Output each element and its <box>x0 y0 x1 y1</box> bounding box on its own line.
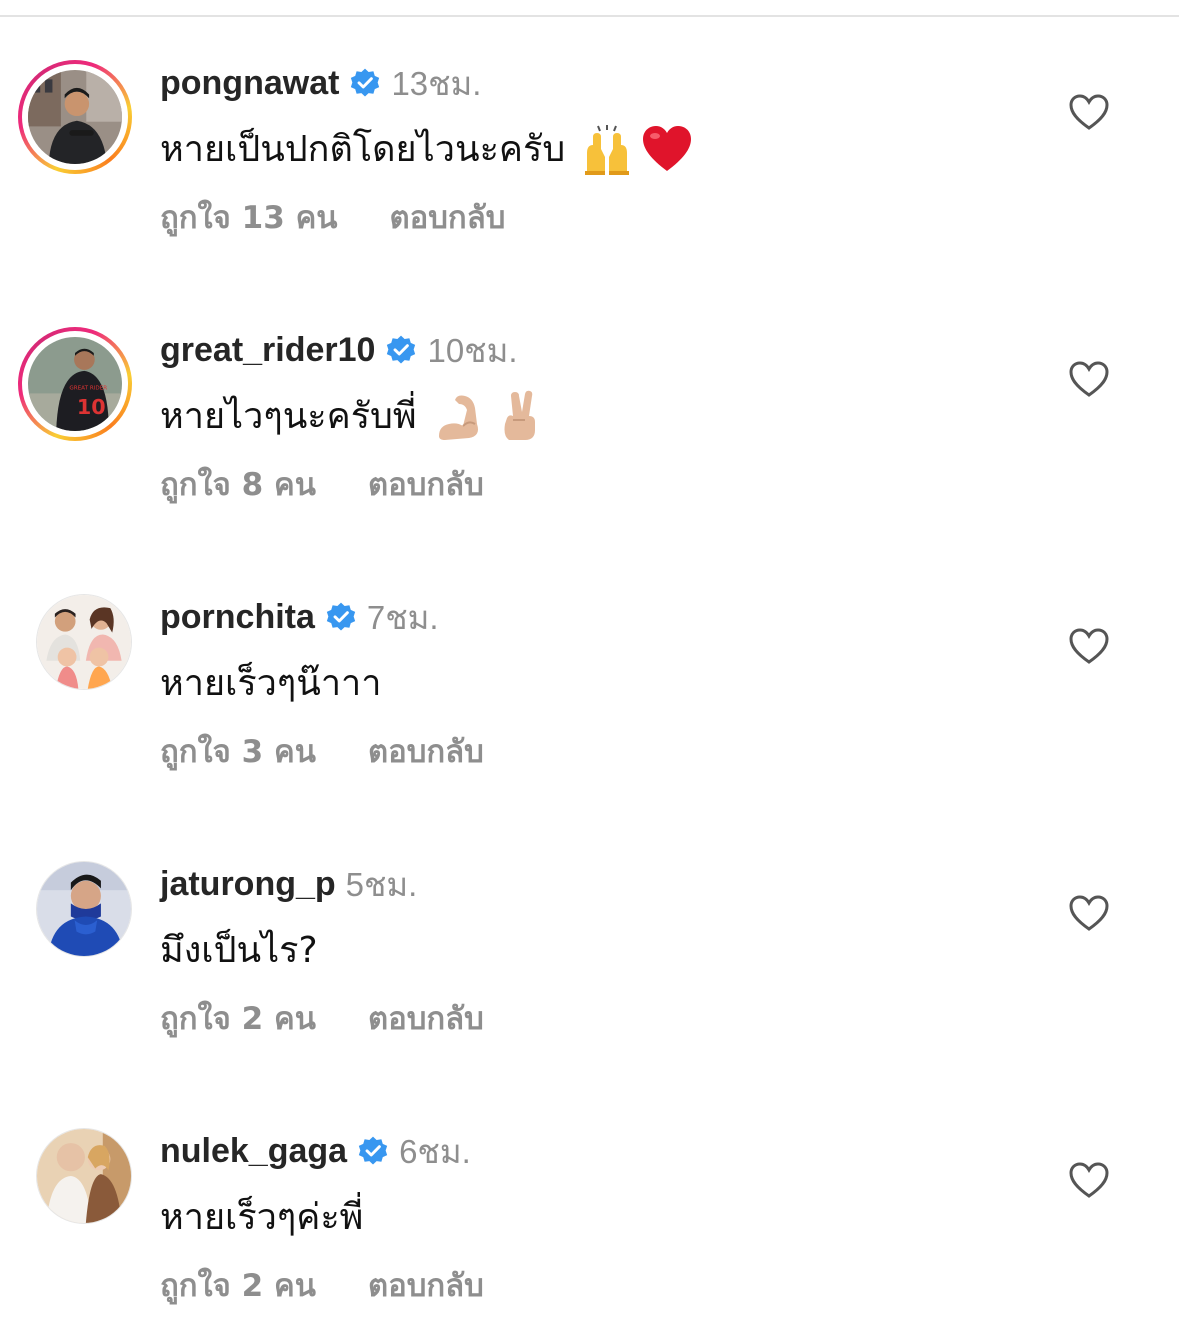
comment-time: 10ชม. <box>427 331 518 369</box>
avatar[interactable] <box>36 594 132 690</box>
avatar[interactable]: GREAT RIDER 10 <box>28 337 122 431</box>
comment-meta: ถูกใจ 13 คน ตอบกลับ <box>160 192 505 242</box>
reply-button[interactable]: ตอบกลับ <box>368 726 484 776</box>
verified-badge-icon <box>349 67 381 99</box>
comment-item: pornchita 7ชม. หายเร็วๆน๊าาา ถูกใจ 3 คน … <box>0 594 1179 794</box>
like-heart-icon[interactable] <box>1068 893 1110 933</box>
comment-meta: ถูกใจ 8 คน ตอบกลับ <box>160 459 484 509</box>
story-ring[interactable] <box>18 60 132 174</box>
reply-button[interactable]: ตอบกลับ <box>368 1260 484 1310</box>
comment-time: 7ชม. <box>366 598 439 636</box>
comment-item: nulek_gaga 6ชม. หายเร็วๆค่ะพี่ ถูกใจ 2 ค… <box>0 1128 1179 1328</box>
comment-item: GREAT RIDER 10 great_rider10 10ชม. หายไว… <box>0 327 1179 527</box>
like-count[interactable]: ถูกใจ 13 คน <box>160 192 338 242</box>
like-heart-icon[interactable] <box>1068 626 1110 666</box>
username[interactable]: pongnawat <box>160 64 339 103</box>
reply-button[interactable]: ตอบกลับ <box>390 192 506 242</box>
raised-hands-icon <box>581 123 633 175</box>
comment-header: nulek_gaga 6ชม. <box>160 1128 471 1174</box>
comment-header: great_rider10 10ชม. <box>160 327 518 373</box>
comment-item: jaturong_p 5ชม. มึงเป็นไร? ถูกใจ 2 คน ตอ… <box>0 861 1179 1061</box>
comment-text: มึงเป็นไร? <box>160 921 318 978</box>
comment-text: หายเป็นปกติโดยไวนะครับ <box>160 120 693 177</box>
svg-text:GREAT RIDER: GREAT RIDER <box>69 386 107 392</box>
red-heart-icon <box>641 123 693 175</box>
username[interactable]: pornchita <box>160 598 315 637</box>
comment-time: 13ชม. <box>391 64 482 102</box>
comment-text: หายเร็วๆน๊าาา <box>160 654 381 711</box>
comment-header: pornchita 7ชม. <box>160 594 439 640</box>
top-divider <box>0 15 1179 17</box>
comment-meta: ถูกใจ 2 คน ตอบกลับ <box>160 993 484 1043</box>
comment-time: 6ชม. <box>399 1132 471 1170</box>
verified-badge-icon <box>357 1135 389 1167</box>
avatar[interactable] <box>36 1128 132 1224</box>
avatar[interactable] <box>28 70 122 164</box>
comment-item: pongnawat 13ชม. หายเป็นปกติโดยไวนะครับ ถ… <box>0 60 1179 260</box>
username[interactable]: nulek_gaga <box>160 1132 347 1171</box>
comment-text: หายเร็วๆค่ะพี่ <box>160 1188 363 1245</box>
like-count[interactable]: ถูกใจ 8 คน <box>160 459 316 509</box>
reply-button[interactable]: ตอบกลับ <box>368 459 484 509</box>
comment-body: หายเร็วๆค่ะพี่ <box>160 1197 364 1238</box>
like-heart-icon[interactable] <box>1068 92 1110 132</box>
like-heart-icon[interactable] <box>1068 359 1110 399</box>
reply-button[interactable]: ตอบกลับ <box>368 993 484 1043</box>
like-count[interactable]: ถูกใจ 2 คน <box>160 1260 316 1310</box>
flexed-biceps-icon <box>435 390 487 442</box>
verified-badge-icon <box>325 601 357 633</box>
username[interactable]: jaturong_p <box>160 865 336 904</box>
story-ring[interactable]: GREAT RIDER 10 <box>18 327 132 441</box>
like-count[interactable]: ถูกใจ 3 คน <box>160 726 316 776</box>
comment-body: หายไวๆนะครับพี่ <box>160 396 417 437</box>
verified-badge-icon <box>385 334 417 366</box>
username[interactable]: great_rider10 <box>160 331 375 370</box>
victory-hand-icon <box>495 390 547 442</box>
comment-text: หายไวๆนะครับพี่ <box>160 387 547 444</box>
comment-header: pongnawat 13ชม. <box>160 60 481 106</box>
comment-header: jaturong_p 5ชม. <box>160 861 417 907</box>
svg-text:10: 10 <box>77 395 106 419</box>
comment-meta: ถูกใจ 2 คน ตอบกลับ <box>160 1260 484 1310</box>
comment-body: หายเร็วๆน๊าาา <box>160 663 382 704</box>
like-heart-icon[interactable] <box>1068 1160 1110 1200</box>
like-count[interactable]: ถูกใจ 2 คน <box>160 993 316 1043</box>
comment-body: มึงเป็นไร? <box>160 930 318 971</box>
comment-meta: ถูกใจ 3 คน ตอบกลับ <box>160 726 484 776</box>
avatar[interactable] <box>36 861 132 957</box>
comment-body: หายเป็นปกติโดยไวนะครับ <box>160 129 566 170</box>
comment-time: 5ชม. <box>345 865 418 903</box>
